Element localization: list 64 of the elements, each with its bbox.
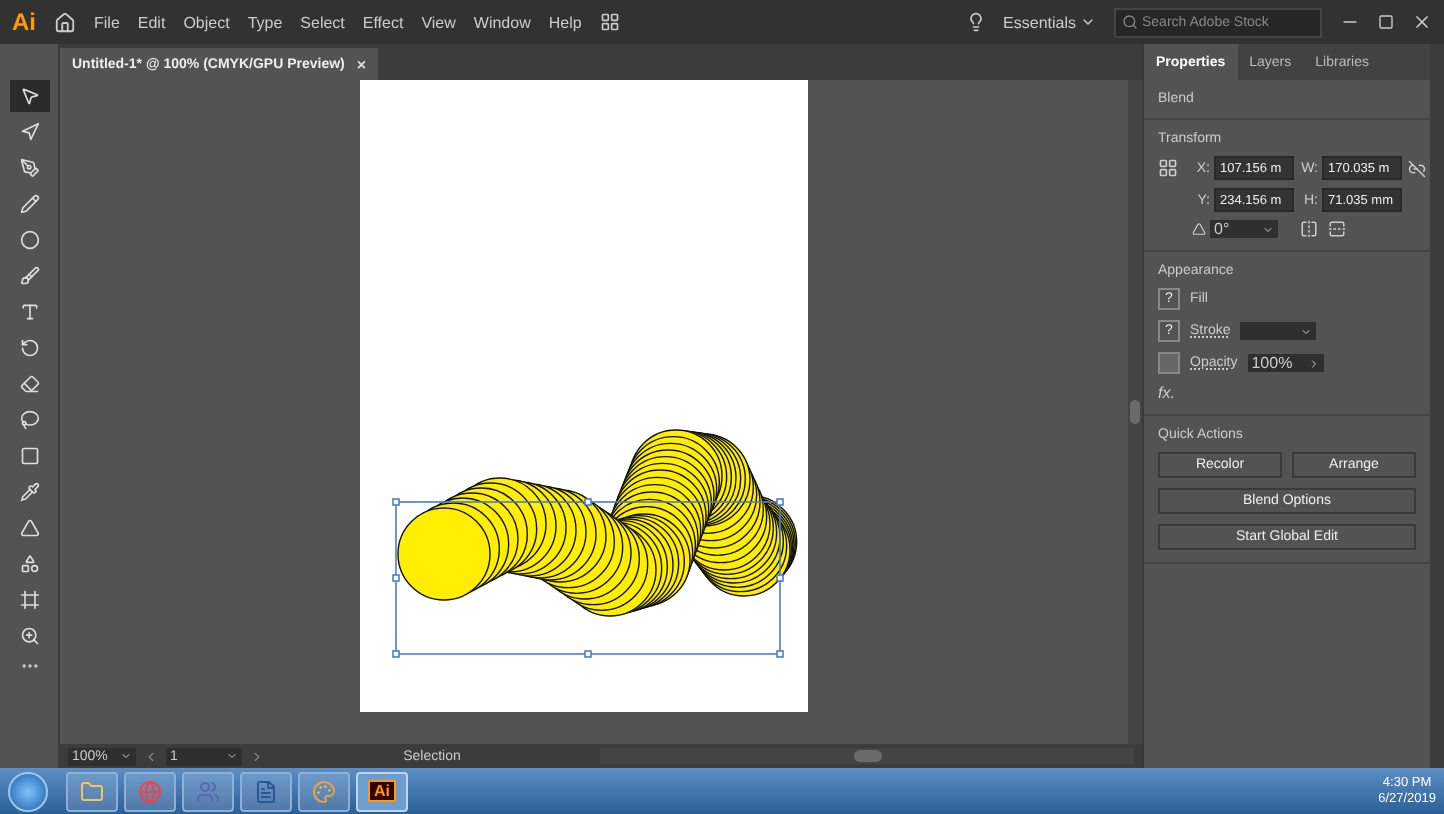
eyedropper-icon bbox=[19, 482, 39, 502]
lasso-icon bbox=[19, 410, 39, 430]
document-icon bbox=[254, 779, 278, 803]
maximize-icon[interactable] bbox=[1378, 14, 1394, 30]
brush-icon bbox=[19, 266, 39, 286]
opacity-field[interactable]: 100% bbox=[1247, 354, 1324, 372]
next-icon[interactable] bbox=[250, 749, 264, 763]
scrollbar-thumb[interactable] bbox=[853, 750, 881, 762]
previous-icon[interactable] bbox=[144, 749, 158, 763]
zoom-icon bbox=[19, 626, 39, 646]
opacity-swatch bbox=[1158, 352, 1180, 374]
shapes-icon bbox=[19, 554, 39, 574]
menu-item[interactable]: File bbox=[94, 13, 120, 31]
menu-item[interactable]: Type bbox=[247, 13, 283, 31]
unlink-icon[interactable] bbox=[1408, 159, 1426, 177]
eraser-icon bbox=[19, 374, 39, 394]
flip-vertical-icon[interactable] bbox=[1328, 220, 1346, 238]
triangle-icon bbox=[19, 518, 39, 538]
palette-icon bbox=[312, 779, 336, 803]
pencil-icon bbox=[19, 194, 39, 214]
menu-item[interactable]: Select bbox=[300, 13, 345, 31]
scrollbar-thumb[interactable] bbox=[1130, 400, 1140, 424]
selection-bounding-box[interactable] bbox=[392, 498, 784, 658]
arrow-pointer-icon bbox=[19, 86, 39, 106]
home-icon[interactable] bbox=[54, 11, 76, 33]
search-icon bbox=[1122, 14, 1138, 30]
menu-item[interactable]: Help bbox=[548, 13, 582, 31]
app-logo: Ai bbox=[12, 8, 36, 36]
stroke-weight-field[interactable] bbox=[1240, 322, 1317, 340]
layout-icon[interactable] bbox=[599, 12, 620, 32]
chevron-icon bbox=[1307, 357, 1320, 369]
pointer-icon bbox=[19, 122, 39, 142]
ellipse-icon bbox=[19, 230, 39, 250]
taskbar-app[interactable] bbox=[240, 771, 292, 811]
caret-icon bbox=[1300, 325, 1313, 337]
menu-item[interactable]: Edit bbox=[137, 13, 166, 31]
flip-horizontal-icon[interactable] bbox=[1300, 220, 1318, 238]
globe-icon bbox=[138, 779, 162, 803]
lightbulb-icon[interactable] bbox=[965, 12, 986, 32]
caret-icon bbox=[1262, 223, 1274, 235]
taskbar-app[interactable]: Ai bbox=[356, 771, 408, 811]
tool-button[interactable] bbox=[9, 80, 49, 112]
folder-icon bbox=[80, 779, 104, 803]
caret-icon bbox=[226, 750, 238, 762]
menu-item[interactable]: Window bbox=[473, 13, 531, 31]
reference-point-icon[interactable] bbox=[1158, 158, 1178, 178]
people-icon bbox=[196, 779, 220, 803]
caret-icon bbox=[1080, 14, 1096, 30]
caret-icon bbox=[120, 750, 132, 762]
taskbar-app[interactable] bbox=[66, 771, 118, 811]
menu-item[interactable]: Effect bbox=[362, 13, 404, 31]
artboard-icon bbox=[19, 590, 39, 610]
angle-icon bbox=[1192, 222, 1206, 236]
pen-icon bbox=[19, 158, 39, 178]
menu-item[interactable]: View bbox=[421, 13, 456, 31]
start-button[interactable] bbox=[8, 771, 48, 811]
workspace-dropdown[interactable]: Essentials bbox=[1003, 13, 1096, 31]
menu-item[interactable]: Object bbox=[183, 13, 230, 31]
angle-field[interactable]: 0° bbox=[1210, 220, 1278, 238]
close-icon[interactable] bbox=[1412, 12, 1432, 32]
close-icon[interactable]: × bbox=[356, 55, 367, 73]
rotate-icon bbox=[19, 338, 39, 358]
type-icon bbox=[19, 302, 39, 322]
effects-label[interactable]: fx. bbox=[1158, 384, 1416, 402]
